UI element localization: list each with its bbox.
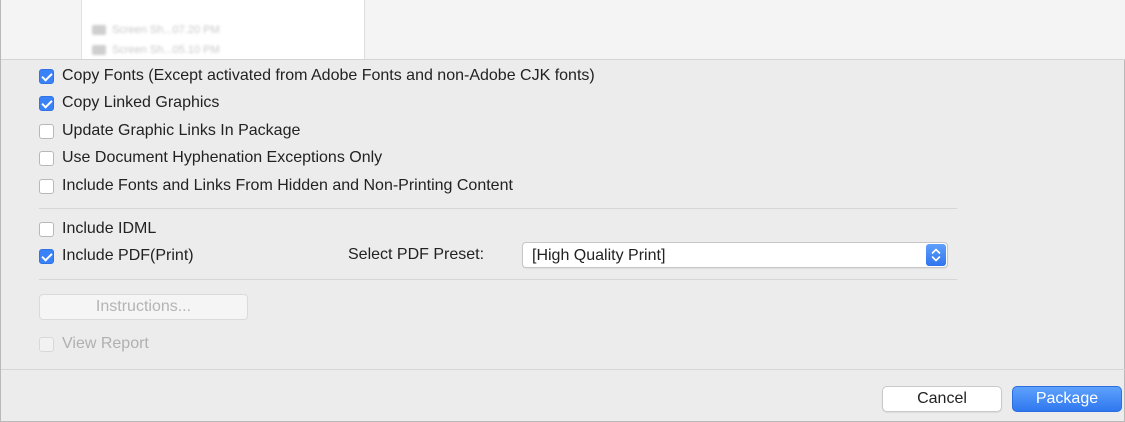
package-button[interactable]: Package: [1012, 386, 1122, 412]
file-row[interactable]: Screen Sh...07.20 PM: [92, 24, 220, 38]
include-pdf-option[interactable]: Include PDF(Print): [39, 245, 194, 267]
image-file-icon: [92, 25, 106, 36]
image-file-icon: [92, 45, 106, 56]
hyphenation-exceptions-checkbox[interactable]: [39, 150, 54, 166]
copy-fonts-label: Copy Fonts (Except activated from Adobe …: [62, 67, 595, 84]
include-idml-option[interactable]: Include IDML: [39, 218, 156, 240]
view-report-option[interactable]: View Report: [39, 333, 149, 355]
cancel-button[interactable]: Cancel: [882, 386, 1002, 412]
section-divider: [39, 279, 957, 280]
footer-divider: [1, 369, 1125, 370]
file-row[interactable]: Screen Sh...05.10 PM: [92, 44, 220, 58]
include-idml-checkbox[interactable]: [39, 221, 54, 237]
pdf-preset-select[interactable]: [High Quality Print]: [522, 242, 948, 268]
up-down-chevron-icon[interactable]: [926, 244, 946, 266]
update-graphic-links-option[interactable]: Update Graphic Links In Package: [39, 120, 300, 142]
pdf-preset-label: Select PDF Preset:: [348, 246, 485, 263]
include-pdf-label: Include PDF(Print): [62, 247, 194, 264]
pdf-preset-value: [High Quality Print]: [532, 247, 666, 264]
file-browser-pane[interactable]: Screen Sh...07.20 PM Screen Sh...05.10 P…: [81, 0, 365, 59]
include-idml-label: Include IDML: [62, 220, 157, 237]
view-report-checkbox[interactable]: [39, 336, 54, 352]
copy-fonts-option[interactable]: Copy Fonts (Except activated from Adobe …: [39, 65, 595, 87]
copy-linked-graphics-label: Copy Linked Graphics: [62, 94, 220, 111]
copy-linked-graphics-option[interactable]: Copy Linked Graphics: [39, 92, 219, 114]
package-dialog: Screen Sh...07.20 PM Screen Sh...05.10 P…: [0, 0, 1125, 422]
hyphenation-exceptions-option[interactable]: Use Document Hyphenation Exceptions Only: [39, 147, 382, 169]
update-graphic-links-checkbox[interactable]: [39, 123, 54, 139]
update-graphic-links-label: Update Graphic Links In Package: [62, 122, 301, 139]
hyphenation-exceptions-label: Use Document Hyphenation Exceptions Only: [62, 149, 383, 166]
file-browser-strip: Screen Sh...07.20 PM Screen Sh...05.10 P…: [1, 0, 1125, 60]
view-report-label: View Report: [62, 335, 149, 352]
section-divider: [39, 208, 957, 209]
copy-fonts-checkbox[interactable]: [39, 68, 54, 84]
hidden-content-option[interactable]: Include Fonts and Links From Hidden and …: [39, 175, 513, 197]
copy-linked-graphics-checkbox[interactable]: [39, 95, 54, 111]
include-pdf-checkbox[interactable]: [39, 248, 54, 264]
hidden-content-label: Include Fonts and Links From Hidden and …: [62, 177, 513, 194]
hidden-content-checkbox[interactable]: [39, 178, 54, 194]
instructions-button[interactable]: Instructions...: [39, 294, 248, 320]
